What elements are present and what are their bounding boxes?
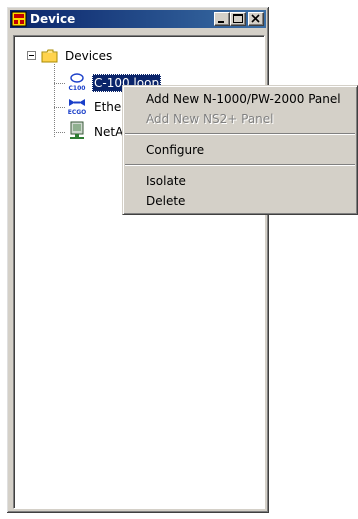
device-app-icon (11, 11, 27, 27)
c100-icon-text: C100 (69, 85, 86, 92)
context-menu: Add New N-1000/PW-2000 Panel Add New NS2… (122, 85, 358, 215)
tree-root-label: Devices (65, 49, 113, 63)
menu-item-add-ns2-panel: Add New NS2+ Panel (146, 112, 274, 126)
ecgo-icon-text: ECGO (68, 109, 87, 116)
collapse-icon[interactable] (27, 51, 36, 60)
minimize-icon (218, 21, 224, 23)
folder-icon (41, 49, 58, 63)
menu-item-configure[interactable]: Configure (126, 140, 354, 160)
maximize-button[interactable] (230, 12, 246, 26)
menu-separator (125, 164, 355, 166)
close-icon (251, 14, 260, 23)
c100-loop-icon: C100 (69, 73, 86, 92)
maximize-icon (233, 14, 243, 23)
menu-item-add-n1000-panel[interactable]: Add New N-1000/PW-2000 Panel (126, 89, 354, 109)
menu-item-delete[interactable]: Delete (126, 191, 354, 211)
ecgo-ethernet-icon: ECGO (68, 99, 87, 116)
netaccess-device-icon (70, 121, 84, 139)
window-title: Device (30, 12, 76, 26)
menu-separator (125, 133, 355, 135)
tree-root-devices[interactable]: Devices (14, 47, 264, 65)
tree-item-label: NetA (94, 125, 124, 139)
close-button[interactable] (248, 12, 264, 26)
device-window: Device Devices C100 C-100 loop ECGO Ethe… (6, 6, 270, 514)
menu-item-isolate[interactable]: Isolate (126, 171, 354, 191)
minimize-button[interactable] (214, 12, 230, 26)
title-bar[interactable]: Device (10, 10, 266, 28)
